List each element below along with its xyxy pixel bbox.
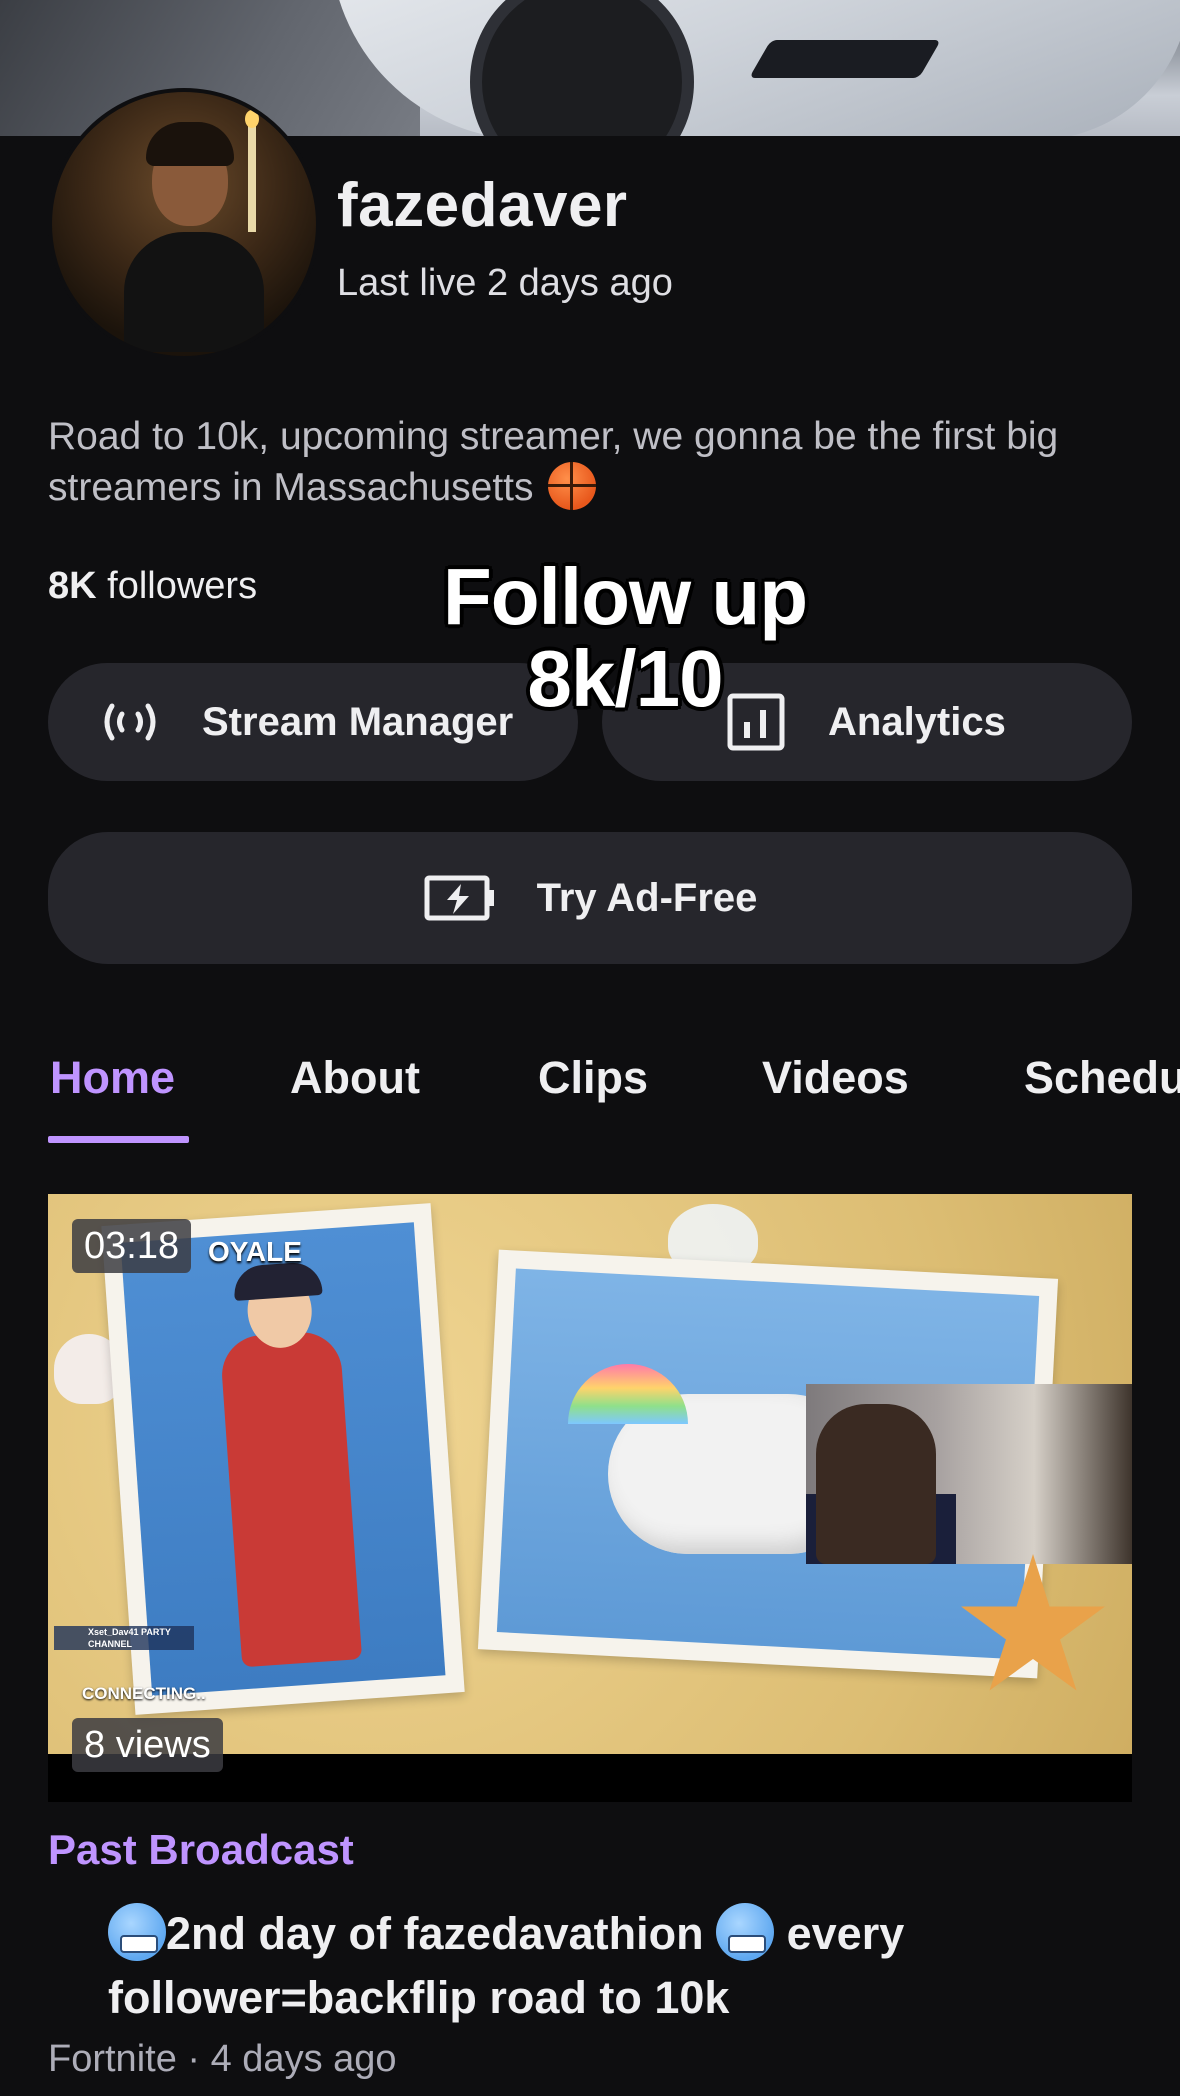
avatar-hair bbox=[146, 122, 234, 166]
last-live-status: Last live 2 days ago bbox=[337, 262, 673, 304]
party-channel-bar: Xset_Dav41 PARTY CHANNEL bbox=[54, 1626, 194, 1650]
webcam-person bbox=[816, 1404, 936, 1564]
avatar-flame bbox=[245, 110, 259, 128]
channel-avatar[interactable] bbox=[48, 88, 320, 360]
avatar-body bbox=[124, 232, 264, 352]
banner-headlight bbox=[749, 40, 941, 78]
followers-label: followers bbox=[107, 565, 258, 607]
video-age: 4 days ago bbox=[210, 2038, 397, 2080]
tab-schedule[interactable]: Schedu bbox=[1024, 1052, 1180, 1104]
broadcast-icon bbox=[98, 698, 162, 746]
views-badge: 8 views bbox=[72, 1718, 223, 1772]
thumbnail-royale-text: OYALE bbox=[208, 1236, 302, 1267]
tab-about[interactable]: About bbox=[290, 1052, 420, 1104]
followers-number: 8K bbox=[48, 565, 97, 607]
tab-clips[interactable]: Clips bbox=[538, 1052, 648, 1104]
channel-bio: Road to 10k, upcoming streamer, we gonna… bbox=[48, 412, 1088, 513]
banner-wheel bbox=[470, 0, 694, 136]
webcam-overlay bbox=[806, 1384, 1132, 1564]
analytics-label: Analytics bbox=[828, 699, 1006, 744]
channel-tabs: Home About Clips Videos Schedu bbox=[0, 1040, 1180, 1143]
active-tab-indicator bbox=[48, 1136, 189, 1143]
freezing-face-icon bbox=[108, 1903, 166, 1961]
overlay-line-1: Follow up bbox=[442, 552, 808, 641]
video-meta: Fortnite · 4 days ago bbox=[48, 2038, 397, 2081]
duration-badge: 03:18 bbox=[72, 1219, 192, 1273]
skin-body bbox=[219, 1329, 363, 1668]
past-broadcast-label: Past Broadcast bbox=[48, 1826, 354, 1873]
tab-home[interactable]: Home bbox=[50, 1052, 175, 1104]
video-game[interactable]: Fortnite bbox=[48, 2038, 177, 2080]
battery-bolt-icon bbox=[423, 872, 497, 924]
basketball-icon bbox=[548, 462, 597, 510]
tab-videos[interactable]: Videos bbox=[762, 1052, 909, 1104]
try-ad-free-button[interactable]: Try Ad-Free bbox=[48, 832, 1132, 964]
channel-name: fazedaver bbox=[337, 171, 628, 240]
title-part-1: 2nd day of fazedavathion bbox=[166, 1908, 704, 1959]
video-title[interactable]: 2nd day of fazedavathion every follower=… bbox=[108, 1902, 1108, 2030]
freezing-face-icon bbox=[716, 1903, 775, 1961]
connecting-text: CONNECTING.. bbox=[82, 1684, 206, 1703]
meta-separator: · bbox=[176, 2038, 211, 2080]
follower-count[interactable]: 8K followers bbox=[48, 565, 257, 608]
overlay-line-2: 8k/10 bbox=[527, 634, 723, 723]
try-ad-free-label: Try Ad-Free bbox=[536, 875, 758, 920]
avatar-candle bbox=[248, 122, 256, 232]
stream-overlay-caption: Follow up 8k/10 bbox=[420, 556, 830, 720]
video-thumbnail[interactable]: OYALE Xset_Dav41 PARTY CHANNEL CONNECTIN… bbox=[48, 1194, 1132, 1802]
